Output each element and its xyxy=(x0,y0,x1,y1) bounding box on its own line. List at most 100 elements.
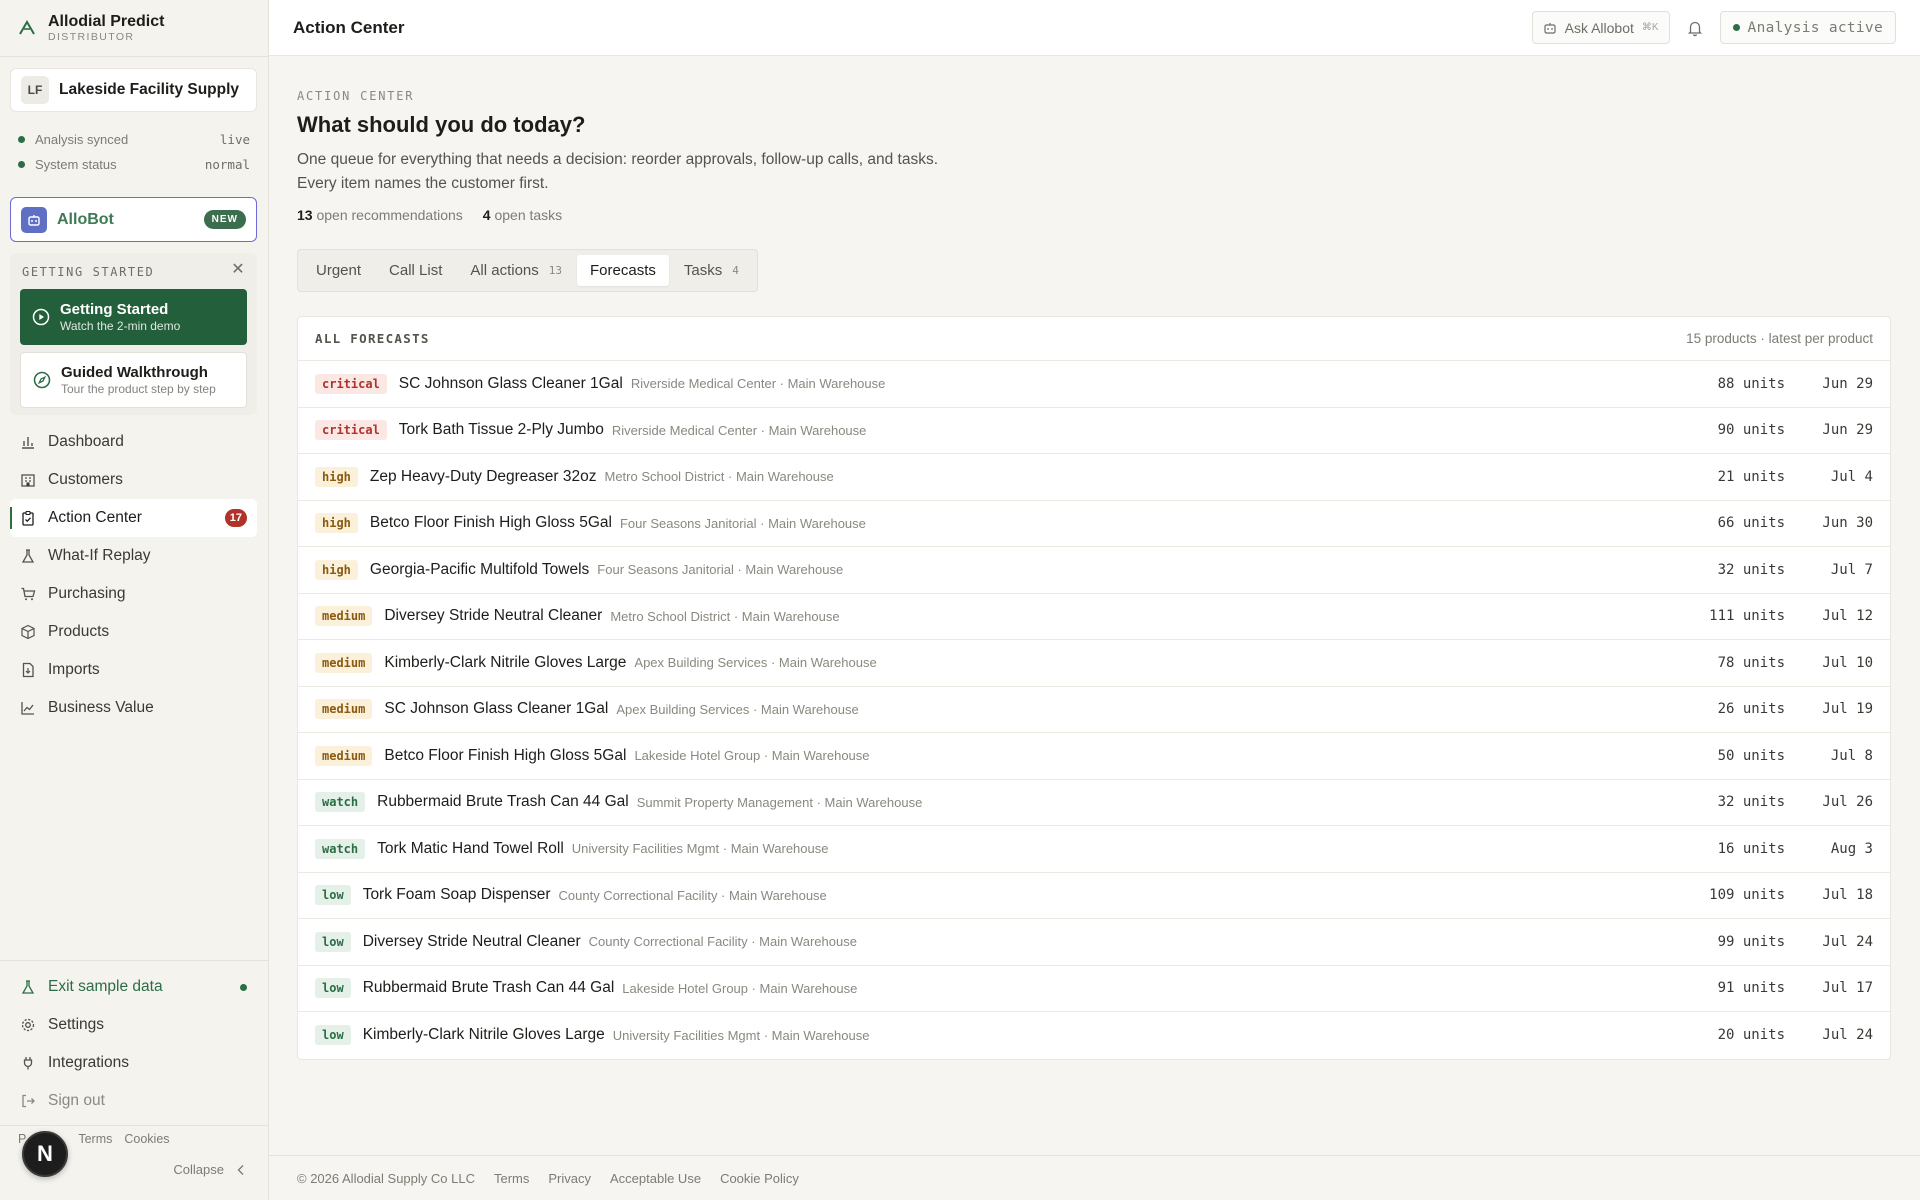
org-switcher[interactable]: LF Lakeside Facility Supply xyxy=(10,68,257,112)
customer-location: Lakeside Hotel Group · Main Warehouse xyxy=(622,980,858,996)
shortcut-hint: ⌘K xyxy=(1641,22,1659,33)
forecast-row[interactable]: high Zep Heavy-Duty Degreaser 32oz Metro S… xyxy=(298,454,1890,501)
tab-all-actions[interactable]: All actions 13 xyxy=(457,255,575,286)
close-icon[interactable]: ✕ xyxy=(229,261,247,279)
guided-walkthrough-button[interactable]: Guided Walkthrough Tour the product step… xyxy=(20,352,247,408)
building-icon xyxy=(21,474,35,487)
new-badge: NEW xyxy=(203,210,246,229)
forecast-row[interactable]: critical Tork Bath Tissue 2-Ply Jumbo Rive… xyxy=(298,408,1890,454)
box-icon xyxy=(21,624,35,640)
brand[interactable]: Allodial Predict DISTRIBUTOR xyxy=(18,10,164,46)
product-name: SC Johnson Glass Cleaner 1Gal xyxy=(384,700,609,718)
priority-badge: watch xyxy=(315,792,366,813)
footer-link-terms[interactable]: Terms xyxy=(494,1171,529,1186)
status-value: normal xyxy=(204,156,250,172)
priority-badge: high xyxy=(315,513,358,534)
sidebar-item-label: Action Center xyxy=(48,509,142,526)
product-name: Betco Floor Finish High Gloss 5Gal xyxy=(369,514,612,532)
ask-allobot-label: Ask Allobot xyxy=(1564,19,1634,36)
forecast-row[interactable]: medium SC Johnson Glass Cleaner 1Gal Apex … xyxy=(298,687,1890,733)
forecast-row[interactable]: watch Tork Matic Hand Towel Roll Universit… xyxy=(298,826,1890,873)
sidebar-item-business-value[interactable]: Business Value xyxy=(10,689,257,727)
sidebar-item-customers[interactable]: Customers xyxy=(10,461,257,499)
customer-location: Metro School District · Main Warehouse xyxy=(604,469,834,485)
divider xyxy=(0,960,269,961)
customer-location: Apex Building Services · Main Warehouse xyxy=(616,701,859,717)
product-name: Tork Matic Hand Towel Roll xyxy=(377,839,564,857)
forecast-date: Jun 30 xyxy=(1822,515,1873,532)
getting-started-button[interactable]: Getting Started Watch the 2-min demo xyxy=(20,289,247,345)
forecast-row[interactable]: high Georgia-Pacific Multifold Towels Four… xyxy=(298,547,1890,594)
page-title: Action Center xyxy=(293,17,405,37)
sidebar-item-action-center[interactable]: Action Center 17 xyxy=(10,499,257,537)
sidebar-item-purchasing[interactable]: Purchasing xyxy=(10,575,257,613)
chevron-left-icon xyxy=(237,1164,244,1175)
forecast-row[interactable]: medium Betco Floor Finish High Gloss 5Gal… xyxy=(298,733,1890,780)
priority-badge: critical xyxy=(315,373,387,394)
sidebar-item-products[interactable]: Products xyxy=(10,613,257,651)
priority-badge: medium xyxy=(315,606,373,627)
tab-forecasts[interactable]: Forecasts xyxy=(577,255,669,286)
page-footer: © 2026 Allodial Supply Co LLC Terms Priv… xyxy=(269,1155,1920,1200)
product-name: Kimberly-Clark Nitrile Gloves Large xyxy=(362,1026,605,1044)
forecast-row[interactable]: high Betco Floor Finish High Gloss 5Gal Fo… xyxy=(298,501,1890,547)
forecast-row[interactable]: medium Kimberly-Clark Nitrile Gloves Larg… xyxy=(298,640,1890,687)
priority-badge: medium xyxy=(315,699,373,720)
forecast-row[interactable]: watch Rubbermaid Brute Trash Can 44 Gal Su… xyxy=(298,780,1890,826)
footer-link-cookie-policy[interactable]: Cookie Policy xyxy=(720,1171,799,1186)
forecast-units: 26 units xyxy=(1717,701,1785,718)
sidebar-item-settings[interactable]: Settings xyxy=(10,1006,257,1044)
status-label: System status xyxy=(35,156,117,172)
forecast-row[interactable]: low Diversey Stride Neutral Cleaner County… xyxy=(298,919,1890,966)
footer-link-privacy[interactable]: Privacy xyxy=(548,1171,591,1186)
collapse-sidebar-button[interactable]: Collapse xyxy=(173,1162,246,1177)
plug-icon xyxy=(23,1057,33,1070)
forecast-units: 109 units xyxy=(1709,887,1785,904)
tab-label: Call List xyxy=(389,262,443,279)
sidebar-item-imports[interactable]: Imports xyxy=(10,651,257,689)
footer-link-acceptable-use[interactable]: Acceptable Use xyxy=(610,1171,701,1186)
sidebar-item-what-if-replay[interactable]: What-If Replay xyxy=(10,537,257,575)
allobot-label: AlloBot xyxy=(57,210,114,228)
forecast-units: 16 units xyxy=(1717,840,1785,857)
forecast-row[interactable]: low Tork Foam Soap Dispenser County Correc… xyxy=(298,873,1890,919)
sidebar-item-dashboard[interactable]: Dashboard xyxy=(10,423,257,461)
ask-allobot-button[interactable]: Ask Allobot ⌘K xyxy=(1531,11,1670,44)
sidebar-item-label: Settings xyxy=(48,1016,105,1033)
priority-badge: critical xyxy=(315,420,387,441)
forecast-date: Jul 26 xyxy=(1822,794,1873,811)
bell-icon[interactable] xyxy=(1686,19,1704,37)
status-dot xyxy=(1732,24,1740,31)
tab-tasks[interactable]: Tasks 4 xyxy=(671,255,752,286)
line-chart-icon xyxy=(21,702,34,715)
forecast-units: 91 units xyxy=(1717,980,1785,997)
section-eyebrow: ACTION CENTER xyxy=(297,89,415,103)
forecast-row[interactable]: low Kimberly-Clark Nitrile Gloves Large Un… xyxy=(298,1012,1890,1059)
avatar[interactable]: N xyxy=(22,1131,68,1177)
forecast-row[interactable]: low Rubbermaid Brute Trash Can 44 Gal Lake… xyxy=(298,966,1890,1012)
exit-sample-data-button[interactable]: Exit sample data xyxy=(10,968,257,1006)
tab-call-list[interactable]: Call List xyxy=(376,255,455,286)
forecasts-meta: 15 products · latest per product xyxy=(1686,331,1873,346)
sidebar: Allodial Predict DISTRIBUTOR LF Lakeside… xyxy=(0,0,269,1200)
allobot-button[interactable]: AlloBot NEW xyxy=(10,197,257,242)
forecast-units: 88 units xyxy=(1717,375,1785,392)
forecast-date: Jul 8 xyxy=(1830,747,1873,764)
priority-badge: high xyxy=(315,559,358,580)
tab-label: Tasks xyxy=(683,262,723,279)
sample-data-dot xyxy=(240,983,247,991)
forecast-row[interactable]: critical SC Johnson Glass Cleaner 1Gal Riv… xyxy=(298,361,1890,408)
play-circle-icon xyxy=(32,308,50,326)
product-name: Betco Floor Finish High Gloss 5Gal xyxy=(384,746,627,764)
sidebar-item-integrations[interactable]: Integrations xyxy=(10,1044,257,1082)
description-line: Every item names the customer first. xyxy=(297,175,549,192)
legal-link-cookies[interactable]: Cookies xyxy=(124,1132,169,1146)
tab-label: Urgent xyxy=(316,262,362,279)
legal-link-terms[interactable]: Terms xyxy=(78,1132,112,1146)
priority-badge: medium xyxy=(315,652,373,673)
forecast-date: Jul 4 xyxy=(1830,468,1873,485)
tab-urgent[interactable]: Urgent xyxy=(303,255,374,286)
sign-out-button[interactable]: Sign out xyxy=(10,1082,257,1120)
forecast-row[interactable]: medium Diversey Stride Neutral Cleaner Met… xyxy=(298,594,1890,640)
tab-count: 4 xyxy=(732,264,739,277)
